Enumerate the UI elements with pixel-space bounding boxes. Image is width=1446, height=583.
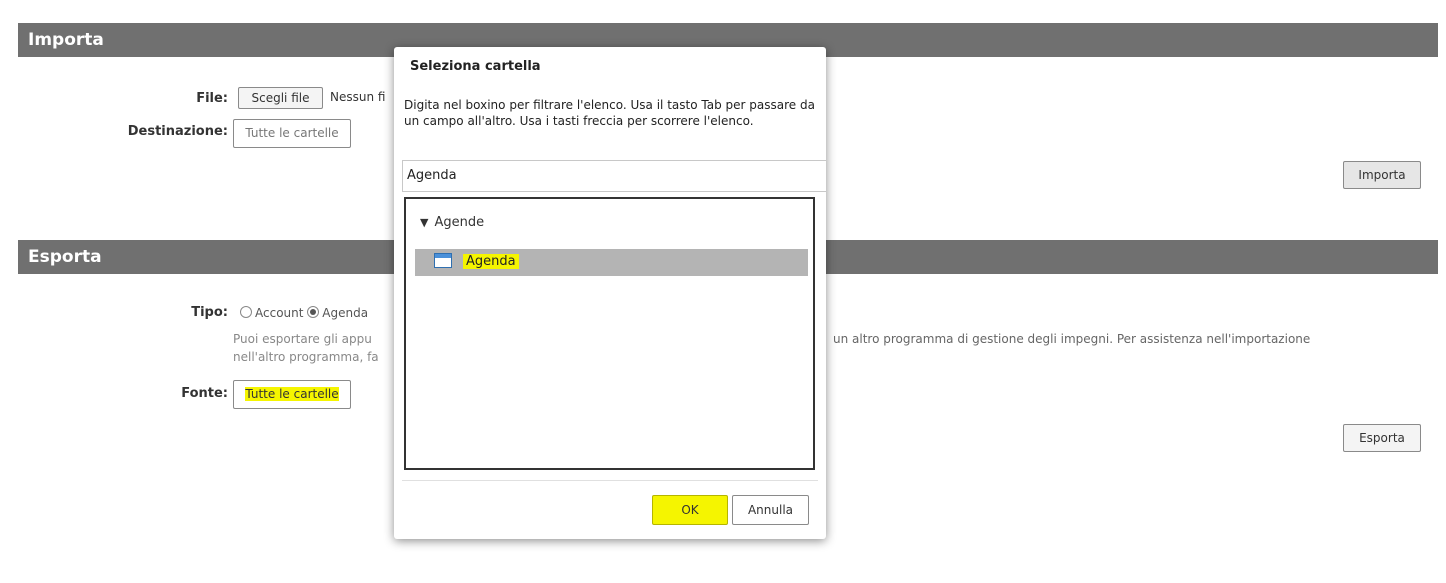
dialog-description: Digita nel boxino per filtrare l'elenco.…	[404, 98, 815, 128]
select-folder-dialog: Seleziona cartella Digita nel boxino per…	[394, 47, 826, 539]
folder-tree[interactable]: ▼ Agende Agenda	[404, 197, 815, 470]
tree-node-agende-label: Agende	[434, 215, 485, 230]
cancel-button[interactable]: Annulla	[732, 495, 809, 525]
ok-button[interactable]: OK	[652, 495, 728, 525]
dialog-footer-divider	[402, 480, 818, 481]
tree-node-agenda-label: Agenda	[463, 254, 519, 269]
dialog-title: Seleziona cartella	[410, 59, 541, 74]
collapse-arrow-icon[interactable]: ▼	[420, 216, 428, 229]
tree-node-agende[interactable]: ▼ Agende	[420, 215, 484, 230]
tree-node-agenda-selected[interactable]: Agenda	[415, 249, 808, 276]
folder-filter-input[interactable]: Agenda	[402, 160, 826, 192]
calendar-folder-icon	[434, 253, 452, 268]
